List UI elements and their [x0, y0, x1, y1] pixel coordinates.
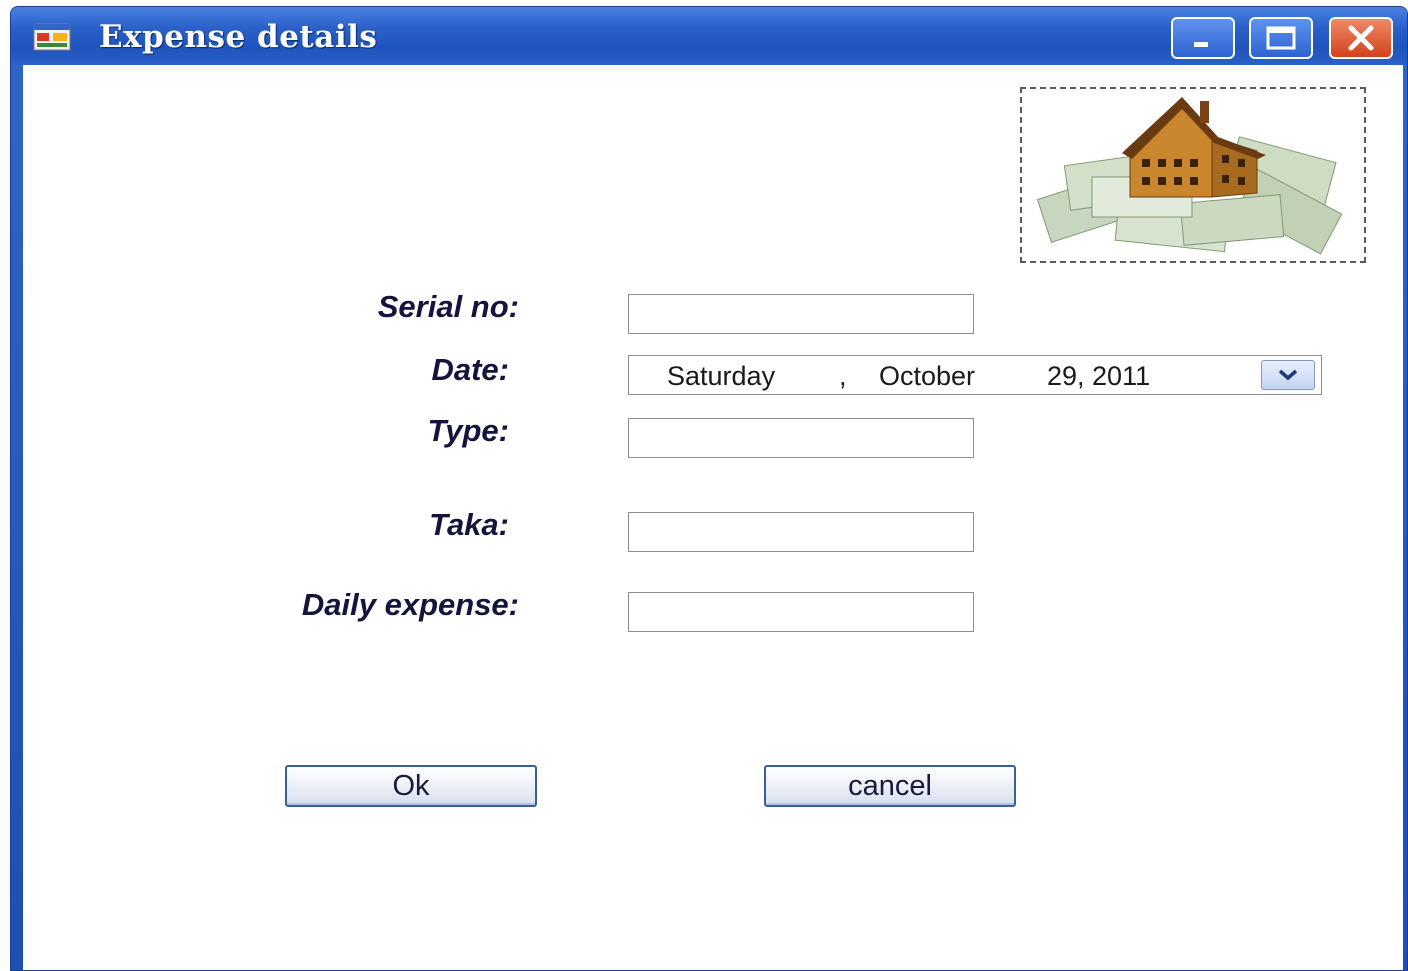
cancel-button[interactable]: cancel [764, 765, 1016, 807]
date-weekday: Saturday [667, 361, 776, 391]
daily-expense-label: Daily expense: [301, 587, 519, 622]
type-input[interactable] [628, 418, 974, 458]
picture-box [1020, 87, 1366, 263]
date-dropdown-button[interactable] [1261, 360, 1315, 390]
app-window-icon [33, 23, 71, 51]
type-label: Type: [427, 413, 509, 448]
window-title: Expense details [99, 19, 378, 55]
date-picker[interactable]: Saturday , October 29, 2011 [628, 355, 1322, 395]
serial-no-label: Serial no: [377, 289, 519, 324]
expense-details-window: Expense details Serial no: Date: Saturda… [10, 6, 1408, 971]
date-month: October [879, 361, 976, 391]
close-icon [1348, 25, 1374, 51]
form-client-area: Serial no: Date: Saturday , October 29, … [23, 65, 1403, 970]
date-day-year: 29, 2011 [1047, 361, 1151, 391]
house-on-money-image [1036, 97, 1343, 255]
chevron-down-icon [1278, 369, 1298, 381]
taka-input[interactable] [628, 512, 974, 552]
serial-no-input[interactable] [628, 294, 974, 334]
title-bar[interactable]: Expense details [11, 7, 1407, 65]
close-button[interactable] [1329, 17, 1393, 59]
date-separator: , [839, 361, 847, 391]
minimize-icon [1194, 42, 1208, 47]
taka-label: Taka: [429, 507, 509, 542]
minimize-button[interactable] [1171, 17, 1235, 59]
date-label: Date: [431, 352, 509, 387]
maximize-button[interactable] [1249, 17, 1313, 59]
ok-button[interactable]: Ok [285, 765, 537, 807]
daily-expense-input[interactable] [628, 592, 974, 632]
maximize-icon [1266, 26, 1296, 50]
